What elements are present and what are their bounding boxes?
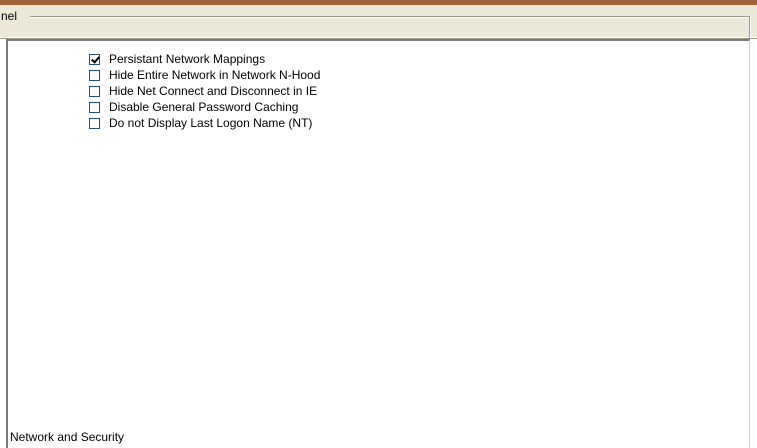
checkbox[interactable] [89,101,100,113]
option-label: Disable General Password Caching [109,100,299,114]
section-label: Network and Security [10,430,125,444]
option-label: Persistant Network Mappings [109,52,266,66]
option-hide-entire-network[interactable]: Hide Entire Network in Network N-Hood [89,67,320,83]
panel-header: nel [0,5,757,42]
window: nel Persistant Network Mappings Hide Ent… [0,0,757,448]
panel-caption: nel [1,9,21,23]
option-label: Do not Display Last Logon Name (NT) [109,116,313,130]
groupbox-top-border [30,16,749,17]
option-label: Hide Entire Network in Network N-Hood [109,68,321,82]
checkbox[interactable] [89,117,100,129]
option-persistant-network-mappings[interactable]: Persistant Network Mappings [89,51,320,67]
option-disable-password-caching[interactable]: Disable General Password Caching [89,99,320,115]
content-panel: Persistant Network Mappings Hide Entire … [6,39,750,448]
option-do-not-display-last-logon[interactable]: Do not Display Last Logon Name (NT) [89,115,320,131]
checkbox[interactable] [89,53,100,65]
options-list: Persistant Network Mappings Hide Entire … [89,51,320,131]
option-label: Hide Net Connect and Disconnect in IE [109,84,318,98]
option-hide-net-connect[interactable]: Hide Net Connect and Disconnect in IE [89,83,320,99]
checkbox[interactable] [89,85,100,97]
checkbox[interactable] [89,69,100,81]
